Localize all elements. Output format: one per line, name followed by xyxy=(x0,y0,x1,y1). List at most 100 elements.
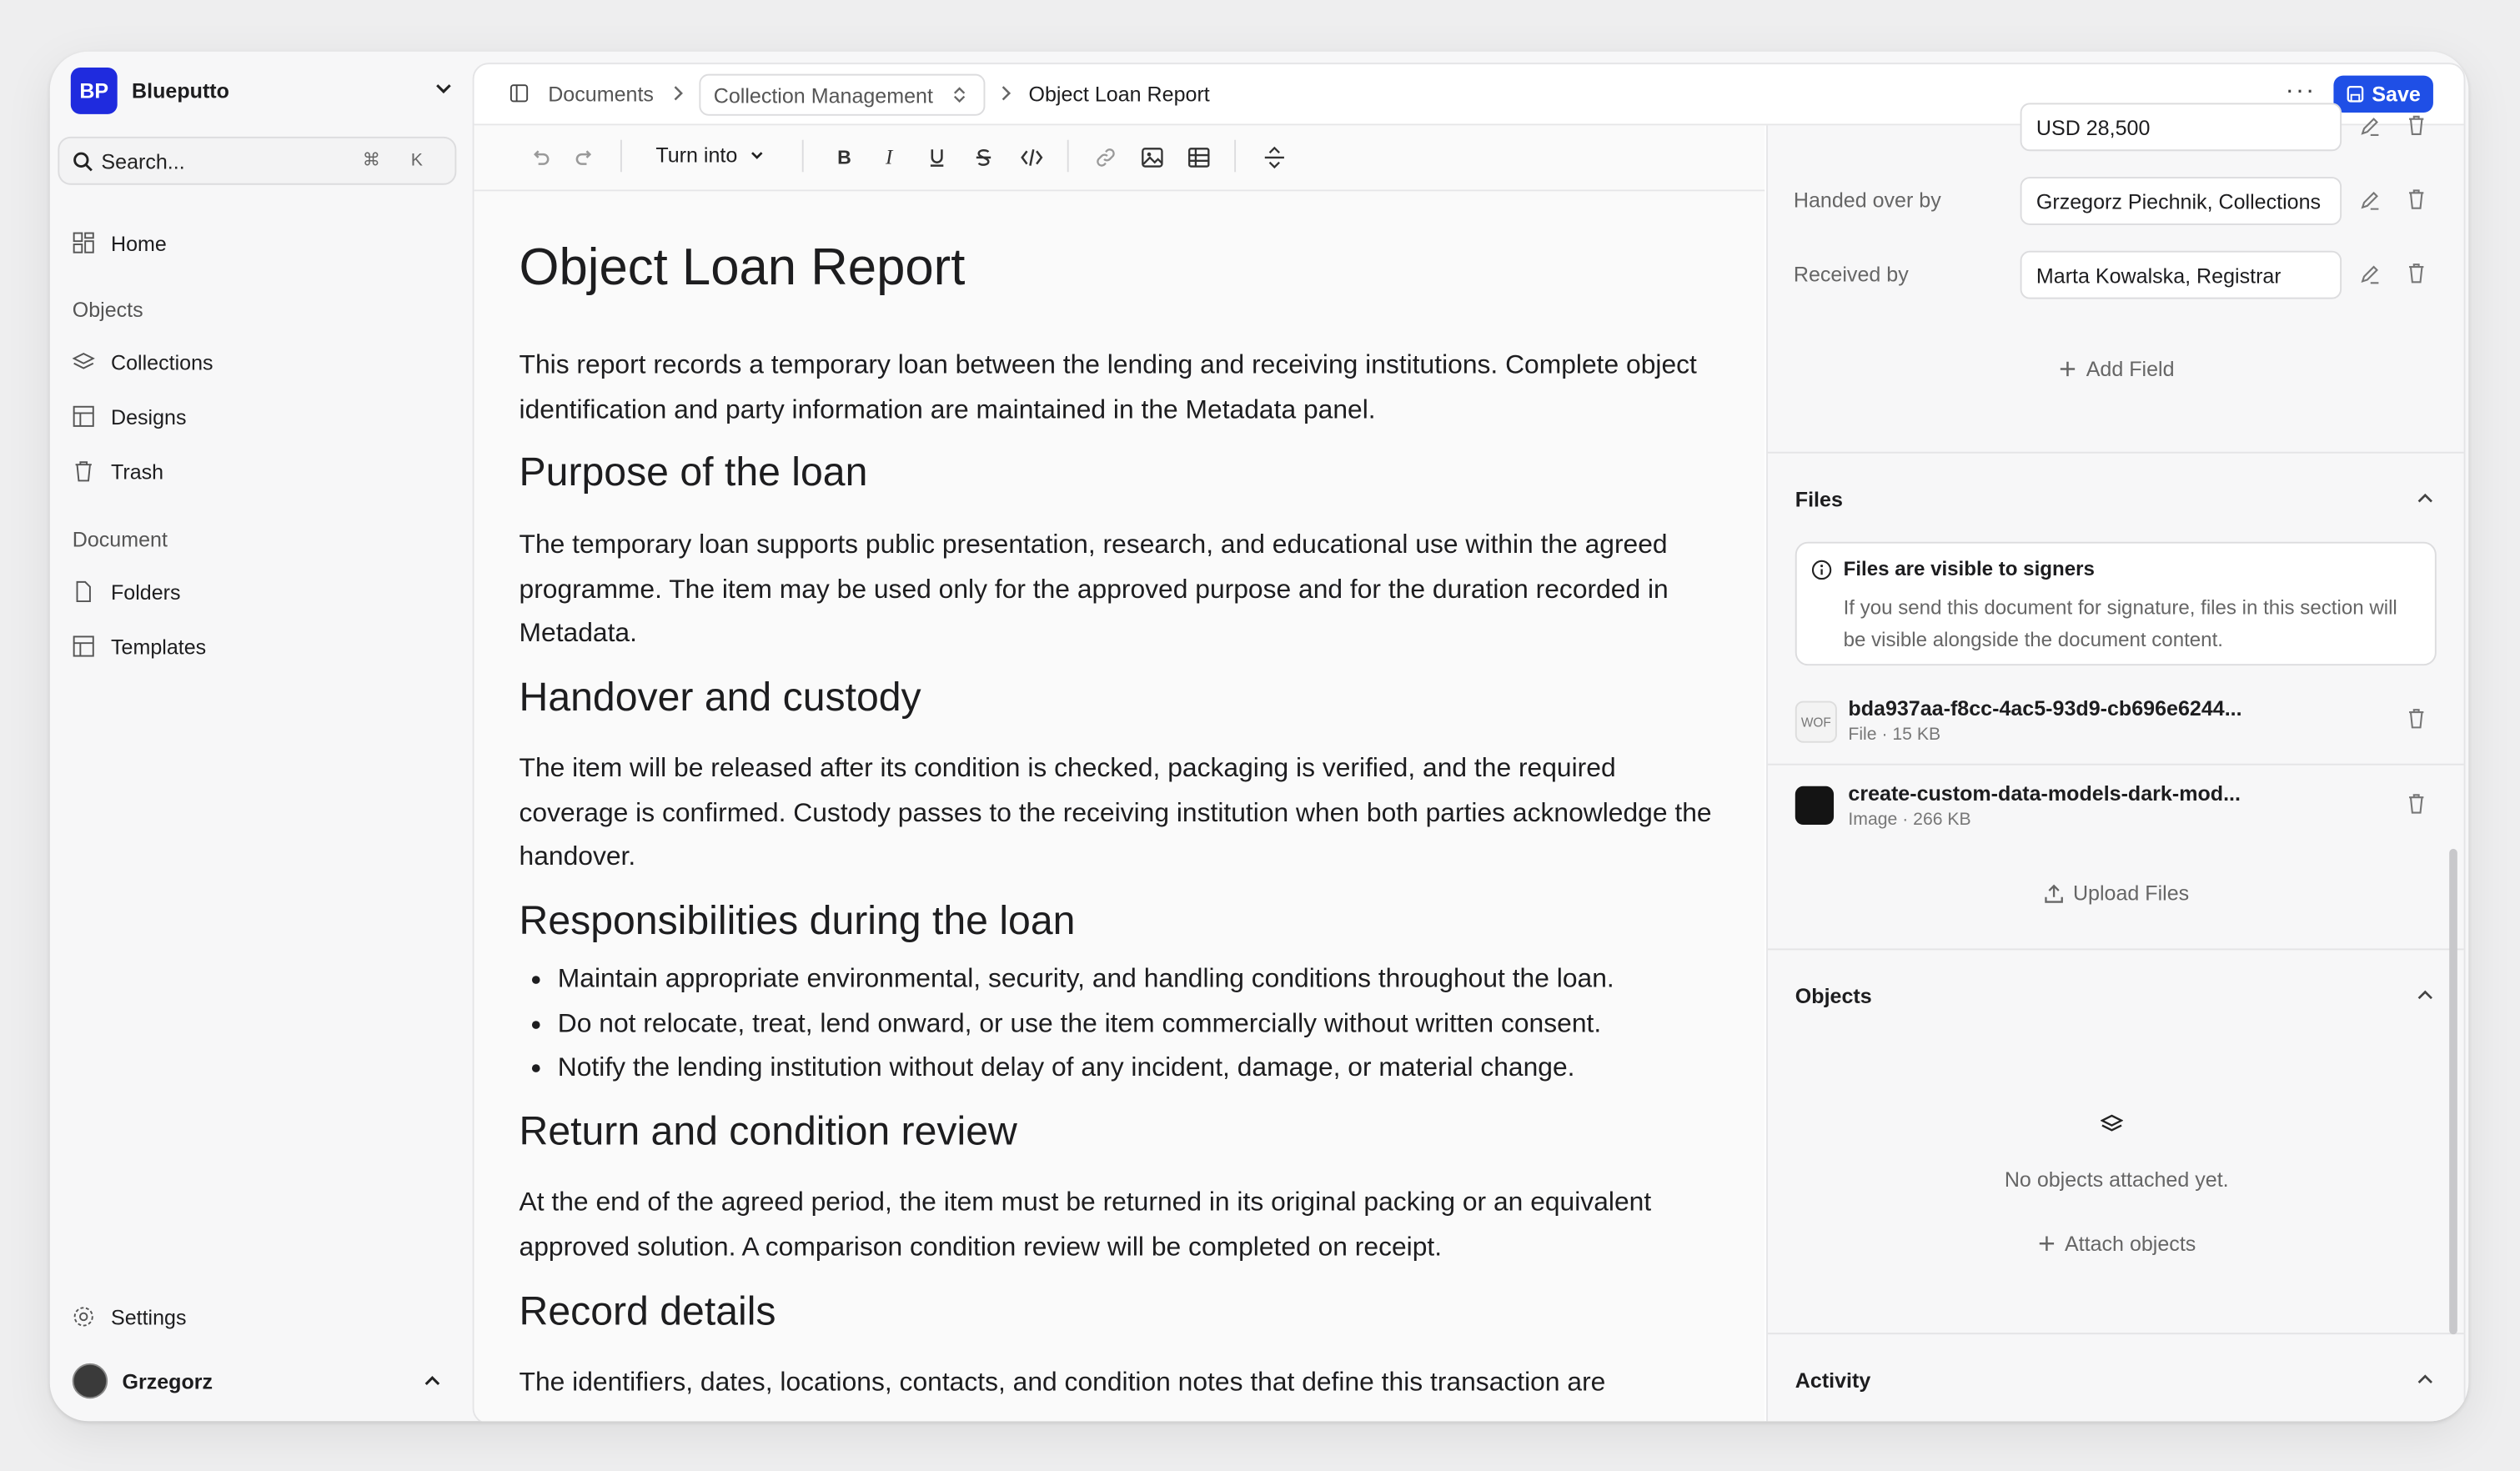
sidebar-item-trash[interactable]: Trash xyxy=(73,454,163,489)
chevron-up-icon xyxy=(424,1376,440,1386)
section-heading: Purpose of the loan xyxy=(519,449,868,495)
workspace-switcher[interactable]: BP Blueputto xyxy=(70,66,457,114)
section-body: The identifiers, dates, locations, conta… xyxy=(519,1368,1606,1398)
sidebar-item-folders[interactable]: Folders xyxy=(73,574,181,609)
template-icon xyxy=(73,635,94,657)
sidebar-item-label: Templates xyxy=(110,634,207,659)
trash-icon[interactable] xyxy=(2406,114,2427,137)
toolbar-divider xyxy=(801,139,804,173)
svg-text:I: I xyxy=(885,147,894,169)
metadata-field-handed-over-by: Handed over by Grzegorz Piechnik, Collec… xyxy=(1794,177,2437,225)
list-item: Do not relocate, treat, lend onward, or … xyxy=(558,1002,1614,1047)
divider xyxy=(1768,948,2464,951)
image-thumbnail xyxy=(1795,786,1835,826)
bold-icon[interactable]: B xyxy=(834,146,853,168)
edit-icon[interactable] xyxy=(2359,264,2380,284)
workspace-name: Blueputto xyxy=(132,78,229,103)
trash-icon[interactable] xyxy=(2406,262,2427,284)
plus-icon xyxy=(2039,1236,2054,1251)
sidebar-item-designs[interactable]: Designs xyxy=(73,399,187,434)
trash-icon[interactable] xyxy=(2406,188,2427,211)
field-input[interactable]: Marta Kowalska, Registrar xyxy=(2020,250,2342,299)
code-icon[interactable] xyxy=(1021,146,1043,168)
file-item[interactable]: WOF bda937aa-f8cc-4ac5-93d9-cb696e6244..… xyxy=(1795,696,2438,757)
sidebar-item-templates[interactable]: Templates xyxy=(73,629,206,664)
breadcrumb-documents[interactable]: Documents xyxy=(548,82,654,106)
notice-body: If you send this document for signature,… xyxy=(1843,596,2397,651)
file-icon xyxy=(76,580,91,602)
link-icon[interactable] xyxy=(1094,146,1117,168)
section-body: At the end of the agreed period, the ite… xyxy=(519,1187,1652,1262)
objects-section-title: Objects xyxy=(1795,983,1872,1008)
edit-icon[interactable] xyxy=(2359,116,2380,137)
sidebar-item-collections[interactable]: Collections xyxy=(72,344,213,379)
plus-icon xyxy=(2060,361,2076,377)
underline-icon[interactable] xyxy=(927,146,946,168)
chevron-up-icon[interactable] xyxy=(2416,1370,2435,1389)
user-menu[interactable]: Grzegorz xyxy=(72,1362,442,1400)
sidebar-item-settings[interactable]: Settings xyxy=(73,1299,187,1334)
sidebar-toggle-icon[interactable] xyxy=(510,83,529,103)
chevron-up-icon[interactable] xyxy=(2416,489,2435,508)
upload-files-button[interactable]: Upload Files xyxy=(1768,881,2464,905)
chevron-down-icon xyxy=(750,151,763,158)
document-editor[interactable]: Object Loan Report This report records a… xyxy=(474,191,1765,1422)
toolbar-divider xyxy=(620,139,622,173)
add-field-label: Add Field xyxy=(2086,356,2175,381)
trash-icon xyxy=(75,461,92,482)
file-name: create-custom-data-models-dark-mod... xyxy=(1848,781,2241,806)
sidebar-item-label: Settings xyxy=(110,1304,187,1329)
app-window: BP Blueputto Search... ⌘ K Home Objects … xyxy=(49,51,2469,1422)
chevron-updown-icon xyxy=(953,87,966,103)
home-grid-icon xyxy=(73,232,94,254)
notice-title: Files are visible to signers xyxy=(1843,557,2095,580)
edit-icon[interactable] xyxy=(2359,189,2380,210)
files-section-title: Files xyxy=(1795,487,1843,512)
image-icon[interactable] xyxy=(1141,146,1163,168)
metadata-field-received-by: Received by Marta Kowalska, Registrar xyxy=(1794,250,2437,299)
search-shortcut: ⌘ K xyxy=(362,151,436,171)
add-field-button[interactable]: Add Field xyxy=(1768,356,2464,381)
breadcrumb-collection: Collection Management xyxy=(713,83,933,108)
sidebar-item-label: Home xyxy=(110,230,167,255)
bullet-list: Maintain appropriate environmental, secu… xyxy=(520,958,1614,1091)
attach-objects-button[interactable]: Attach objects xyxy=(1768,1232,2464,1256)
search-placeholder: Search... xyxy=(101,148,185,173)
field-input[interactable]: USD 28,500 xyxy=(2020,103,2342,152)
layers-icon xyxy=(2100,1114,2123,1132)
metadata-panel: USD 28,500 Handed over by Grzegorz Piech… xyxy=(1766,103,2464,1422)
save-icon xyxy=(2347,85,2363,103)
objects-empty-text: No objects attached yet. xyxy=(2004,1167,2229,1192)
turn-into-dropdown[interactable]: Turn into xyxy=(655,143,765,168)
section-body: The temporary loan supports public prese… xyxy=(519,530,1669,648)
turn-into-label: Turn into xyxy=(655,143,738,168)
panel-scrollbar[interactable] xyxy=(2449,848,2457,1335)
file-name: bda937aa-f8cc-4ac5-93d9-cb696e6244... xyxy=(1848,695,2242,720)
trash-icon[interactable] xyxy=(2406,707,2427,730)
sidebar-item-home[interactable]: Home xyxy=(73,225,167,260)
breadcrumb-collection-select[interactable]: Collection Management xyxy=(699,73,986,116)
file-thumbnail: WOF xyxy=(1795,700,1837,743)
file-item[interactable]: create-custom-data-models-dark-mod... Im… xyxy=(1795,781,2438,842)
divider-insert-icon[interactable] xyxy=(1263,146,1286,169)
undo-icon[interactable] xyxy=(529,146,551,168)
search-icon xyxy=(73,151,93,171)
sidebar-item-label: Designs xyxy=(110,404,187,429)
table-icon[interactable] xyxy=(1187,146,1210,168)
field-label: Handed over by xyxy=(1793,188,1941,213)
more-menu-button[interactable]: ··· xyxy=(2286,78,2317,107)
avatar xyxy=(72,1363,108,1399)
field-input[interactable]: Grzegorz Piechnik, Collections xyxy=(2020,177,2342,225)
sidebar-item-label: Collections xyxy=(110,349,213,374)
toolbar-divider xyxy=(1234,139,1237,173)
gear-icon xyxy=(73,1307,93,1327)
redo-icon[interactable] xyxy=(574,146,596,168)
trash-icon[interactable] xyxy=(2406,792,2427,815)
italic-icon[interactable]: I xyxy=(881,146,900,169)
strikethrough-icon[interactable] xyxy=(974,146,993,168)
search-input[interactable]: Search... ⌘ K xyxy=(58,136,457,185)
field-value: Marta Kowalska, Registrar xyxy=(2036,263,2282,288)
chevron-up-icon[interactable] xyxy=(2416,986,2435,1005)
sidebar-item-label: Folders xyxy=(110,580,181,604)
document-title: Object Loan Report xyxy=(519,238,966,296)
